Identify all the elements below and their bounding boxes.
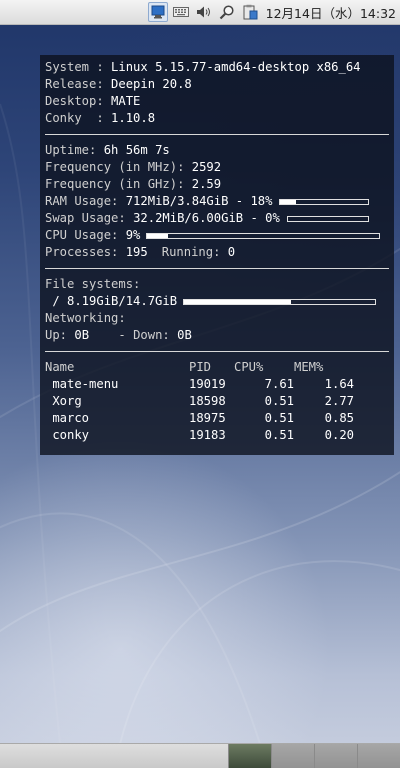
process-mem: 2.77: [324, 394, 354, 408]
cpu-row: CPU Usage: 9%: [45, 227, 390, 244]
freq-mhz-value: 2592: [191, 160, 222, 174]
networking-row: Networking:: [45, 310, 390, 327]
release-value: Deepin 20.8: [111, 77, 192, 91]
process-pid: 18975: [189, 411, 226, 425]
ram-usage-bar: [279, 198, 370, 205]
table-header-mem: MEM%: [294, 360, 324, 374]
conky-value: 1.10.8: [111, 111, 156, 125]
system-tray: [147, 2, 260, 22]
system-row: System : Linux 5.15.77-amd64-desktop x86…: [45, 59, 390, 76]
process-pid: 19019: [189, 377, 226, 391]
fs-root-usage-fill: [184, 299, 292, 304]
running-label: Running:: [161, 245, 228, 259]
desktop-label: Desktop:: [45, 94, 112, 108]
top-panel: 12月14日（水）14:32: [0, 0, 400, 25]
swap-value: 32.2MiB/6.00GiB - 0%: [133, 211, 280, 225]
clock[interactable]: 12月14日（水）14:32: [266, 3, 396, 22]
workspace-3[interactable]: [314, 744, 357, 768]
ram-value: 712MiB/3.84GiB - 18%: [125, 194, 273, 208]
workspace-2[interactable]: [271, 744, 314, 768]
process-cpu: 0.51: [264, 411, 294, 425]
system-label: System :: [45, 60, 112, 74]
release-row: Release: Deepin 20.8: [45, 76, 390, 93]
swap-usage-bar: [286, 215, 369, 222]
process-table: Name PID CPU% MEM% mate-menu 19019 7.61 …: [45, 359, 390, 444]
up-value: 0B: [74, 328, 90, 342]
process-name: marco: [45, 411, 90, 425]
freq-ghz-value: 2.59: [191, 177, 222, 191]
networking-label: Networking:: [45, 311, 126, 325]
table-header-name: Name: [45, 360, 75, 374]
divider: [45, 268, 389, 269]
conky-version-row: Conky : 1.10.8: [45, 110, 390, 127]
swap-label: Swap Usage:: [45, 211, 134, 225]
processes-row: Processes: 195 Running: 0: [45, 244, 390, 261]
system-value: Linux 5.15.77-amd64-desktop x86_64: [111, 60, 361, 74]
search-icon[interactable]: [217, 2, 237, 22]
conky-label: Conky :: [45, 111, 112, 125]
clipboard-icon[interactable]: [240, 2, 260, 22]
freq-ghz-label: Frequency (in GHz):: [45, 177, 192, 191]
process-name: Xorg: [45, 394, 82, 408]
cpu-value: 9%: [125, 228, 141, 242]
down-value: 0B: [177, 328, 192, 342]
process-mem: 1.64: [324, 377, 354, 391]
process-pid: 18598: [189, 394, 226, 408]
table-header-pid: PID: [189, 360, 212, 374]
process-mem: 0.85: [324, 411, 354, 425]
divider: [45, 351, 389, 352]
taskbar-area: [0, 744, 228, 768]
uptime-value: 6h 56m 7s: [103, 143, 170, 157]
running-value: 0: [227, 245, 236, 259]
process-name: mate-menu: [45, 377, 119, 391]
process-mem: 0.20: [324, 428, 354, 442]
network-icon[interactable]: [147, 2, 168, 22]
volume-icon[interactable]: [194, 2, 214, 22]
desktop-value: MATE: [111, 94, 141, 108]
down-label: - Down:: [89, 328, 178, 342]
ram-row: RAM Usage: 712MiB/3.84GiB - 18%: [45, 193, 390, 210]
processes-label: Processes:: [45, 245, 126, 259]
desktop-row: Desktop: MATE: [45, 93, 390, 110]
network-speed-row: Up: 0B - Down: 0B: [45, 327, 390, 344]
freq-mhz-label: Frequency (in MHz):: [45, 160, 192, 174]
bottom-panel: [0, 743, 400, 768]
conky-panel: System : Linux 5.15.77-amd64-desktop x86…: [40, 55, 394, 455]
process-cpu: 0.51: [264, 428, 294, 442]
freq-ghz-row: Frequency (in GHz): 2.59: [45, 176, 390, 193]
process-pid: 19183: [189, 428, 226, 442]
processes-value: 195: [125, 245, 148, 259]
process-cpu: 0.51: [264, 394, 294, 408]
keyboard-icon[interactable]: [171, 2, 191, 22]
cpu-label: CPU Usage:: [45, 228, 126, 242]
up-label: Up:: [45, 328, 75, 342]
cpu-usage-bar: [146, 232, 381, 239]
uptime-label: Uptime:: [45, 143, 104, 157]
swap-row: Swap Usage: 32.2MiB/6.00GiB - 0%: [45, 210, 390, 227]
workspace-4[interactable]: [357, 744, 400, 768]
release-label: Release:: [45, 77, 112, 91]
cpu-usage-fill: [147, 233, 169, 238]
ram-usage-fill: [280, 199, 297, 204]
uptime-row: Uptime: 6h 56m 7s: [45, 142, 390, 159]
fs-header-row: File systems:: [45, 276, 390, 293]
process-cpu: 7.61: [264, 377, 294, 391]
filesystems-label: File systems:: [45, 277, 141, 291]
process-name: conky: [45, 428, 90, 442]
workspace-1[interactable]: [228, 744, 271, 768]
ram-label: RAM Usage:: [45, 194, 126, 208]
fs-root-value: / 8.19GiB/14.7GiB: [45, 294, 178, 308]
fs-root-row: / 8.19GiB/14.7GiB: [45, 293, 390, 310]
table-header-cpu: CPU%: [234, 360, 264, 374]
fs-root-usage-bar: [183, 298, 377, 305]
divider: [45, 134, 389, 135]
freq-mhz-row: Frequency (in MHz): 2592: [45, 159, 390, 176]
